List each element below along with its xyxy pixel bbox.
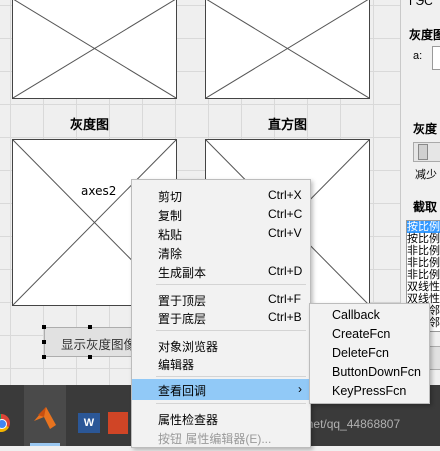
chevron-right-icon: › <box>298 382 302 396</box>
menu-item-label: 置于底层 <box>158 312 207 326</box>
menu-item-duplicate[interactable]: 生成副本 Ctrl+D <box>132 262 310 281</box>
panel-top-label: ГЭС <box>409 0 433 8</box>
menu-item-editor[interactable]: 编辑器 <box>132 354 310 373</box>
menu-item-object-browser[interactable]: 对象浏览器 <box>132 336 310 355</box>
selection-handle[interactable] <box>42 340 46 344</box>
menu-item-label: 编辑器 <box>158 358 195 372</box>
word-icon[interactable]: W <box>78 413 100 433</box>
axes-top-right[interactable] <box>205 0 370 99</box>
caption-grayscale: 灰度图 <box>70 118 110 133</box>
list-item[interactable]: 按比例 <box>407 221 440 233</box>
list-item[interactable]: 非比例 <box>407 269 440 281</box>
menu-separator <box>156 284 306 285</box>
list-item[interactable]: 双线性 <box>407 281 440 293</box>
selection-handle[interactable] <box>42 325 46 329</box>
menu-item-label: 属性检查器 <box>158 413 219 427</box>
menu-separator <box>156 403 306 404</box>
menu-item-paste[interactable]: 粘贴 Ctrl+V <box>132 224 310 243</box>
selection-handle[interactable] <box>88 355 92 359</box>
menu-item-label: 粘贴 <box>158 228 183 242</box>
submenu-item-buttondownfcn[interactable]: ButtonDownFcn <box>332 365 421 379</box>
callbacks-submenu: Callback CreateFcn DeleteFcn ButtonDownF… <box>309 303 430 404</box>
menu-item-send-to-back[interactable]: 置于底层 Ctrl+B <box>132 308 310 327</box>
menu-item-label: 查看回调 <box>158 384 207 398</box>
axes-placeholder-cross <box>206 0 369 98</box>
menu-item-label: 剪切 <box>158 190 183 204</box>
panel-label-reduce: 减少 <box>415 169 437 181</box>
submenu-item-keypressfcn[interactable]: KeyPressFcn <box>332 384 406 398</box>
context-menu: 剪切 Ctrl+X 复制 Ctrl+C 粘贴 Ctrl+V 清除 生成副本 Ctrl+D… <box>131 179 311 448</box>
menu-item-property-inspector[interactable]: 属性检查器 <box>132 409 310 428</box>
app-icon[interactable] <box>108 412 128 434</box>
menu-item-shortcut: Ctrl+X <box>268 188 302 202</box>
menu-item-shortcut: Ctrl+F <box>268 292 301 306</box>
axes-placeholder-cross <box>13 0 176 98</box>
panel-label-gray: 灰度 <box>413 122 438 136</box>
show-grayscale-button[interactable]: 显示灰度图像 <box>44 327 134 357</box>
menu-item-bring-to-front[interactable]: 置于顶层 Ctrl+F <box>132 290 310 309</box>
menu-separator <box>156 376 306 377</box>
selection-handle[interactable] <box>88 325 92 329</box>
list-item[interactable]: 非比例 <box>407 257 440 269</box>
axes-top-left[interactable] <box>12 0 177 99</box>
panel-label-grayscale: 灰度图 <box>409 28 440 42</box>
panel-label-crop: 截取 <box>413 200 438 214</box>
list-item[interactable]: 按比例 <box>407 233 440 245</box>
submenu-item-createfcn[interactable]: CreateFcn <box>332 327 390 341</box>
menu-item-shortcut: Ctrl+C <box>268 207 303 221</box>
submenu-item-callback[interactable]: Callback <box>332 308 380 322</box>
menu-item-clear[interactable]: 清除 <box>132 243 310 262</box>
matlab-icon[interactable] <box>24 385 66 446</box>
menu-item-cut[interactable]: 剪切 Ctrl+X <box>132 186 310 205</box>
menu-item-label: 清除 <box>158 247 183 261</box>
matlab-logo <box>30 407 60 446</box>
submenu-item-deletefcn[interactable]: DeleteFcn <box>332 346 389 360</box>
menu-item-view-callbacks[interactable]: 查看回调 › <box>132 379 310 400</box>
menu-separator <box>156 330 306 331</box>
caption-histogram: 直方图 <box>268 118 308 133</box>
menu-item-label: 按钮 属性编辑器(E)... <box>158 432 272 446</box>
axes2-label: axes2 <box>81 184 117 198</box>
menu-item-shortcut: Ctrl+V <box>268 226 302 240</box>
slider-thumb[interactable] <box>418 144 428 160</box>
field-a-label: a: <box>413 50 423 62</box>
menu-item-label: 生成副本 <box>158 266 207 280</box>
menu-item-label: 复制 <box>158 209 183 223</box>
slider[interactable] <box>413 142 440 162</box>
selection-handle[interactable] <box>42 355 46 359</box>
menu-item-copy[interactable]: 复制 Ctrl+C <box>132 205 310 224</box>
field-a-input[interactable] <box>432 46 440 70</box>
menu-item-label: 置于顶层 <box>158 294 207 308</box>
menu-item-label: 对象浏览器 <box>158 340 219 354</box>
list-item[interactable]: 非比例 <box>407 245 440 257</box>
menu-item-shortcut: Ctrl+B <box>268 310 302 324</box>
menu-item-property-editor[interactable]: 按钮 属性编辑器(E)... <box>132 428 310 447</box>
menu-item-shortcut: Ctrl+D <box>268 264 303 278</box>
